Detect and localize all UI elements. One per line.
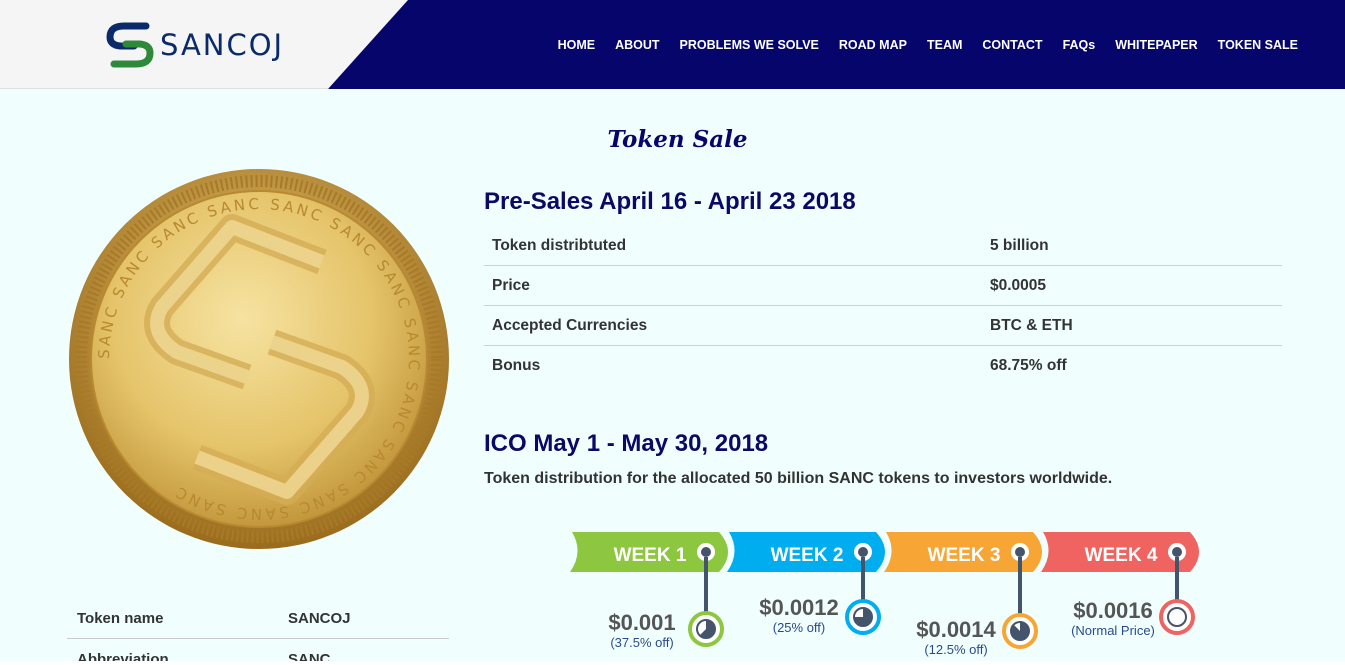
week-pie-fill bbox=[1011, 622, 1029, 640]
nav-road-map[interactable]: ROAD MAP bbox=[839, 38, 907, 52]
sanc-coin-image: SANC SANC SANC SANC SANC SANC SANC SANC … bbox=[69, 169, 449, 549]
week-pin-dot bbox=[858, 547, 868, 557]
table-row: Bonus 68.75% off bbox=[484, 346, 1282, 386]
accepted-currencies-value: BTC & ETH bbox=[990, 316, 1073, 334]
ico-title: ICO May 1 - May 30, 2018 bbox=[484, 430, 769, 457]
week-pin-dot bbox=[1172, 547, 1182, 557]
token-info-table: Token name SANCOJ Abbreviation SANC bbox=[67, 598, 449, 665]
week-label: WEEK 1 bbox=[614, 545, 687, 566]
week-label: WEEK 4 bbox=[1085, 545, 1158, 566]
bonus-value: 68.75% off bbox=[990, 357, 1067, 374]
week-label: WEEK 3 bbox=[928, 545, 1001, 566]
price-label: Price bbox=[492, 276, 530, 294]
nav-team[interactable]: TEAM bbox=[927, 38, 962, 52]
accepted-currencies-label: Accepted Currencies bbox=[492, 316, 648, 334]
sancoj-logo-icon bbox=[106, 22, 154, 68]
table-row: Price $0.0005 bbox=[484, 266, 1282, 306]
table-row: Token distribtuted 5 billion bbox=[484, 226, 1282, 266]
nav-about[interactable]: ABOUT bbox=[615, 38, 659, 52]
week-note: (Normal Price) bbox=[1071, 623, 1155, 638]
table-row: Token name SANCOJ bbox=[67, 598, 449, 639]
nav-problems-we-solve[interactable]: PROBLEMS WE SOLVE bbox=[680, 38, 819, 52]
site-header: SANCOJ HOME ABOUT PROBLEMS WE SOLVE ROAD… bbox=[0, 0, 1345, 89]
nav-whitepaper[interactable]: WHITEPAPER bbox=[1115, 38, 1197, 52]
price-value: $0.0005 bbox=[990, 276, 1047, 294]
week-price: $0.001 bbox=[608, 610, 675, 635]
week-2-item: WEEK 2 $0.0012(25% off) bbox=[727, 532, 885, 635]
tokens-distributed-value: 5 billion bbox=[990, 236, 1049, 254]
ico-description: Token distribution for the allocated 50 … bbox=[484, 470, 1113, 487]
ico-weeks-timeline: WEEK 1 $0.001(37.5% off) WEEK 2 $0.0012(25%… bbox=[570, 532, 1199, 657]
nav-contact[interactable]: CONTACT bbox=[982, 38, 1042, 52]
week-price: $0.0016 bbox=[1073, 598, 1153, 623]
table-row: Accepted Currencies BTC & ETH bbox=[484, 306, 1282, 346]
token-name-label: Token name bbox=[77, 609, 164, 627]
week-pin-dot bbox=[1015, 547, 1025, 557]
week-1-item: WEEK 1 $0.001(37.5% off) bbox=[570, 532, 728, 650]
week-note: (37.5% off) bbox=[610, 635, 673, 650]
week-price: $0.0014 bbox=[916, 617, 996, 642]
nav-faqs[interactable]: FAQs bbox=[1063, 38, 1096, 52]
presale-title: Pre-Sales April 16 - April 23 2018 bbox=[484, 188, 856, 215]
week-3-item: WEEK 3 $0.0014(12.5% off) bbox=[884, 532, 1042, 657]
week-pie-outline bbox=[1167, 607, 1187, 627]
tokens-distributed-label: Token distribtuted bbox=[492, 236, 627, 254]
week-4-item: WEEK 4 $0.0016(Normal Price) bbox=[1041, 532, 1199, 638]
presale-table: Token distribtuted 5 billion Price $0.00… bbox=[484, 226, 1282, 386]
week-note: (12.5% off) bbox=[924, 642, 987, 657]
week-label: WEEK 2 bbox=[771, 545, 844, 566]
nav-token-sale[interactable]: TOKEN SALE bbox=[1218, 38, 1298, 52]
page-title: Token Sale bbox=[607, 126, 748, 153]
logo[interactable]: SANCOJ bbox=[106, 20, 284, 70]
nav-home[interactable]: HOME bbox=[558, 38, 596, 52]
bonus-label: Bonus bbox=[492, 357, 541, 374]
week-price: $0.0012 bbox=[759, 595, 839, 620]
page-divider bbox=[0, 661, 1345, 665]
main-nav: HOME ABOUT PROBLEMS WE SOLVE ROAD MAP TE… bbox=[558, 38, 1298, 52]
token-name-value: SANCOJ bbox=[288, 609, 351, 627]
week-pin-dot bbox=[701, 547, 711, 557]
week-note: (25% off) bbox=[773, 620, 826, 635]
brand-name: SANCOJ bbox=[160, 28, 285, 62]
